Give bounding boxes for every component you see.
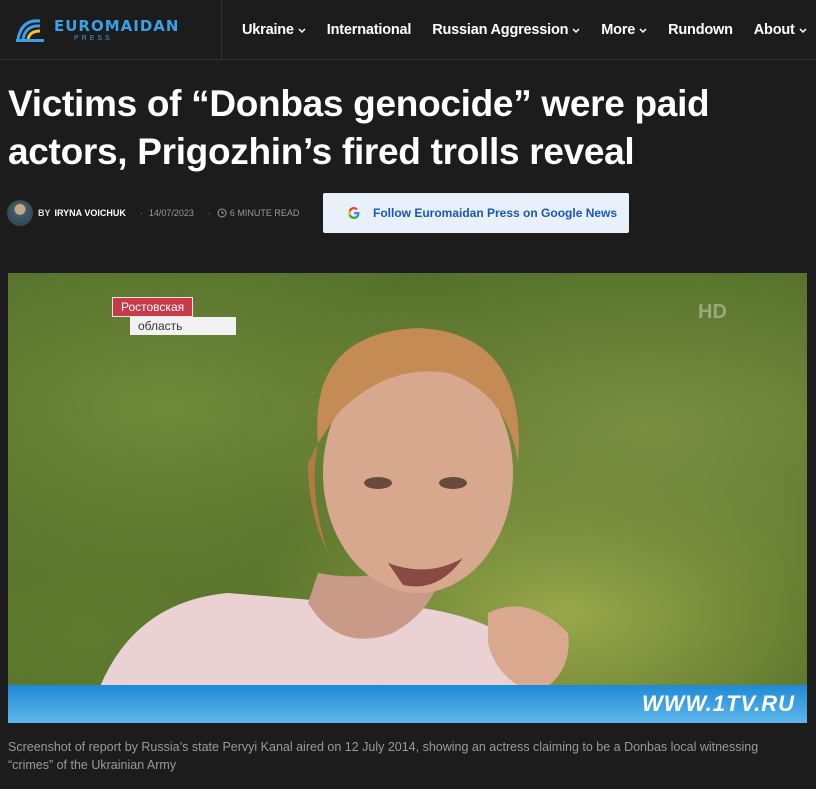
nav-item-russian-aggression[interactable]: Russian Aggression bbox=[432, 22, 580, 38]
header-divider bbox=[221, 0, 222, 60]
google-news-label: Follow Euromaidan Press on Google News bbox=[373, 206, 618, 220]
nav-label: International bbox=[326, 22, 412, 38]
author-link[interactable]: IRYNA VOICHUK bbox=[55, 208, 126, 218]
site-header: EUROMAIDAN PRESS Ukraine International R… bbox=[0, 0, 816, 60]
nav-label: Ukraine bbox=[242, 22, 294, 38]
chevron-down-icon bbox=[298, 27, 306, 33]
by-label: BY bbox=[38, 208, 51, 218]
google-news-follow-button[interactable]: Follow Euromaidan Press on Google News bbox=[323, 193, 629, 233]
article-featured-image: Ростовская область HD WWW.1TV.RU bbox=[8, 273, 807, 723]
woman-portrait-illustration bbox=[88, 328, 569, 723]
nav-item-ukraine[interactable]: Ukraine bbox=[242, 22, 306, 38]
article-meta: BY IRYNA VOICHUK · 14/07/2023 · 6 MINUTE… bbox=[7, 193, 299, 233]
article-title: Victims of “Donbas genocide” were paid a… bbox=[8, 83, 710, 172]
nav-item-about[interactable]: About bbox=[754, 22, 807, 38]
image-caption: Screenshot of report by Russia’s state P… bbox=[8, 740, 759, 772]
clock-icon bbox=[217, 208, 227, 218]
nav-label: More bbox=[601, 22, 636, 38]
channel-hd-watermark: HD bbox=[698, 301, 727, 323]
nav-item-more[interactable]: More bbox=[601, 22, 647, 38]
chevron-down-icon bbox=[639, 27, 647, 33]
meta-separator: · bbox=[139, 208, 143, 218]
google-icon bbox=[348, 207, 360, 219]
logo-sub: PRESS bbox=[74, 34, 113, 42]
site-logo[interactable]: EUROMAIDAN PRESS bbox=[14, 14, 214, 46]
chevron-down-icon bbox=[799, 27, 807, 33]
author-avatar[interactable] bbox=[7, 200, 33, 226]
nav-item-international[interactable]: International bbox=[326, 22, 412, 38]
nav-label: Russian Aggression bbox=[432, 22, 569, 38]
nav-label: Rundown bbox=[668, 22, 733, 38]
read-time: 6 MINUTE READ bbox=[229, 208, 300, 218]
channel-url-watermark: WWW.1TV.RU bbox=[642, 691, 795, 716]
euromaidan-logo-icon bbox=[16, 19, 44, 42]
meta-separator: · bbox=[207, 208, 211, 218]
nav-item-rundown[interactable]: Rundown bbox=[668, 22, 733, 38]
tv-region-sublabel: область bbox=[130, 317, 236, 335]
chevron-down-icon bbox=[572, 27, 580, 33]
logo-name: EUROMAIDAN bbox=[54, 16, 180, 35]
main-nav: Ukraine International Russian Aggression… bbox=[242, 0, 807, 60]
nav-label: About bbox=[753, 22, 795, 38]
tv-region-label: Ростовская bbox=[112, 297, 194, 317]
publish-date: 14/07/2023 bbox=[148, 208, 194, 218]
